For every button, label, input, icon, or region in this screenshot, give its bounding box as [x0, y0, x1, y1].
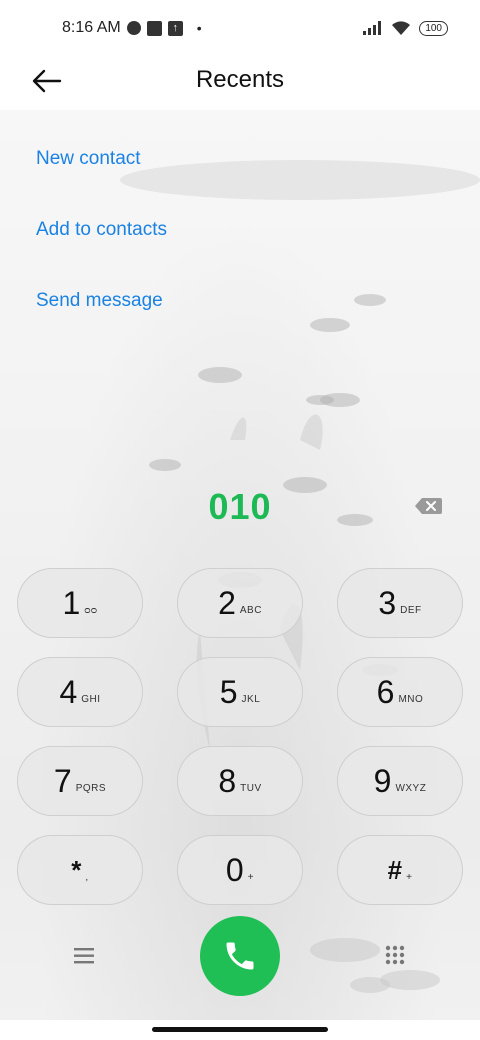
- dialpad-icon[interactable]: [385, 945, 405, 965]
- status-bar: 8:16 AM ↑ • 100: [0, 0, 480, 56]
- dot-icon: •: [196, 20, 202, 36]
- send-message-link[interactable]: Send message: [36, 290, 163, 312]
- key-0[interactable]: 0 +: [177, 835, 303, 905]
- header: Recents: [0, 56, 480, 108]
- key-letters: ABC: [239, 604, 262, 616]
- key-letters: PQRS: [75, 782, 107, 794]
- key-digit: 4: [59, 673, 78, 710]
- key-2[interactable]: 2 ABC: [177, 568, 303, 638]
- key-digit: 2: [218, 584, 236, 621]
- key-digit: 6: [376, 673, 395, 710]
- key-letters: +: [406, 871, 413, 883]
- cloud-icon: [126, 21, 141, 35]
- key-digit: 7: [53, 762, 72, 799]
- key-digit: #: [387, 854, 403, 885]
- key-letters: WXYZ: [395, 782, 427, 794]
- key-digit: 8: [218, 762, 237, 799]
- key-letters: GHI: [81, 693, 101, 705]
- key-digit: 5: [219, 673, 238, 710]
- key-digit: *: [71, 854, 82, 885]
- key-digit: 3: [378, 584, 397, 621]
- key-digit: 0: [225, 851, 244, 888]
- backspace-icon[interactable]: [414, 497, 442, 515]
- key-6[interactable]: 6 MNO: [337, 657, 463, 727]
- notification-square-icon: [146, 20, 162, 36]
- key-star[interactable]: * ,: [17, 835, 143, 905]
- key-3[interactable]: 3 DEF: [337, 568, 463, 638]
- voicemail-icon: ᴑᴑ: [84, 604, 98, 616]
- key-5[interactable]: 5 JKL: [177, 657, 303, 727]
- dialed-number: 010: [208, 486, 272, 527]
- key-letters: ,: [85, 871, 89, 883]
- new-contact-link[interactable]: New contact: [36, 148, 141, 170]
- key-digit: 1: [62, 584, 81, 621]
- key-letters: JKL: [241, 693, 261, 705]
- menu-icon[interactable]: [74, 947, 96, 965]
- upload-icon: ↑: [167, 20, 183, 36]
- key-hash[interactable]: # +: [337, 835, 463, 905]
- status-left: 8:16 AM ↑ •: [62, 19, 202, 37]
- phone-icon: [226, 942, 254, 970]
- key-digit: 9: [373, 762, 392, 799]
- status-time: 8:16 AM: [62, 19, 121, 36]
- key-letters: +: [247, 871, 255, 883]
- battery-icon: 100: [419, 20, 448, 36]
- page-title: Recents: [195, 66, 285, 93]
- add-to-contacts-link[interactable]: Add to contacts: [36, 219, 167, 241]
- signal-icon: [363, 21, 382, 35]
- wifi-icon: [392, 21, 411, 35]
- key-letters: DEF: [400, 604, 422, 616]
- key-9[interactable]: 9 WXYZ: [337, 746, 463, 816]
- key-letters: TUV: [240, 782, 262, 794]
- key-7[interactable]: 7 PQRS: [17, 746, 143, 816]
- key-4[interactable]: 4 GHI: [17, 657, 143, 727]
- home-indicator[interactable]: [152, 1027, 328, 1032]
- call-button[interactable]: [200, 916, 280, 996]
- key-1[interactable]: 1 ᴑᴑ: [17, 568, 143, 638]
- key-letters: MNO: [398, 693, 424, 705]
- key-8[interactable]: 8 TUV: [177, 746, 303, 816]
- status-right: 100: [363, 20, 448, 36]
- bottom-bar: [0, 915, 480, 997]
